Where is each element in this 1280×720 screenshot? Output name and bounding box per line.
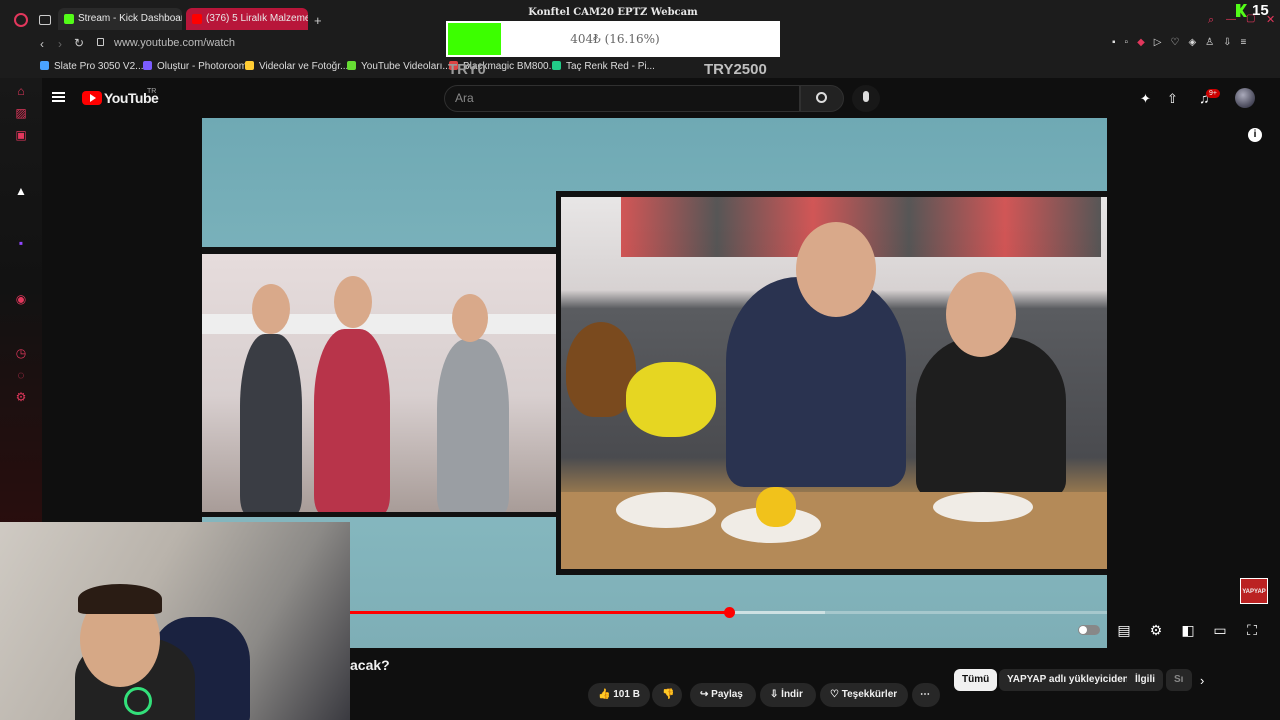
region-code: TR xyxy=(147,88,157,95)
super-thanks-icon: ♡ xyxy=(830,689,839,700)
video-frame-left xyxy=(202,247,558,517)
mic-icon xyxy=(863,91,869,102)
bookmark-item[interactable]: Taç Renk Red - Pi... xyxy=(552,61,655,72)
streamer-webcam xyxy=(0,522,350,720)
search-tabs-icon[interactable]: ⌕ xyxy=(1208,14,1214,27)
back-icon[interactable]: ‹ xyxy=(40,37,44,51)
dislike-button[interactable]: 👎 xyxy=(652,683,682,707)
search-icon xyxy=(816,92,827,103)
like-count: 101 B xyxy=(613,689,640,700)
share-icon: ↪ xyxy=(700,689,709,700)
theater-mode-icon[interactable]: ▭ xyxy=(1211,622,1229,638)
donation-goal-text: 404₺ (16.16%) xyxy=(570,32,660,46)
autoplay-toggle[interactable] xyxy=(1078,625,1100,635)
info-icon[interactable]: i xyxy=(1248,128,1262,142)
tab-island-icon[interactable] xyxy=(39,15,51,25)
youtube-favicon-icon xyxy=(192,14,202,24)
chip-related[interactable]: İlgili xyxy=(1127,669,1163,691)
tab-label: (376) 5 Liralık Malzeme ile xyxy=(206,13,308,24)
minimize-icon[interactable]: — xyxy=(1226,14,1236,25)
search-input[interactable]: Ara xyxy=(444,85,800,112)
pin-icon[interactable]: ▨ xyxy=(14,106,28,120)
lock-icon xyxy=(97,38,104,46)
tab-youtube[interactable]: (376) 5 Liralık Malzeme ile xyxy=(186,8,308,30)
more-actions-button[interactable]: ⋯ xyxy=(912,683,940,707)
bookmark-item[interactable]: Oluştur - Photoroom xyxy=(143,61,247,72)
messenger-icon[interactable]: ▣ xyxy=(14,128,28,142)
extension-puzzle-icon[interactable]: ✦ xyxy=(1140,91,1151,107)
channel-watermark[interactable]: YAPYAP xyxy=(1240,578,1268,604)
forward-icon[interactable]: › xyxy=(58,37,62,51)
history-icon[interactable]: ◷ xyxy=(14,346,28,360)
video-frame-right xyxy=(556,191,1107,575)
notifications-badge: 9+ xyxy=(1206,89,1220,98)
video-title: acak? xyxy=(350,657,390,673)
voice-search-button[interactable] xyxy=(852,85,880,112)
bag-icon[interactable]: ⌂ xyxy=(14,84,28,98)
kick-viewer-count: 15 xyxy=(1252,2,1269,19)
search-button[interactable] xyxy=(800,85,844,112)
twitch-icon[interactable]: ▪ xyxy=(14,236,28,250)
thumbs-up-icon: 👍 xyxy=(598,689,611,700)
hamburger-menu-icon[interactable] xyxy=(52,92,65,102)
arrow-icon[interactable]: ▲ xyxy=(14,184,28,198)
url-field[interactable]: www.youtube.com/watch xyxy=(114,37,235,49)
donation-goal-fill xyxy=(448,23,501,55)
avatar[interactable] xyxy=(1235,88,1255,108)
chip-uploader[interactable]: YAPYAP adlı yükleyiciden xyxy=(999,669,1137,691)
like-button[interactable]: 👍 101 B xyxy=(588,683,650,707)
thumbs-down-icon: 👎 xyxy=(662,689,675,700)
chip-more[interactable]: Sı xyxy=(1166,669,1192,691)
progress-fill xyxy=(350,611,729,614)
goal-min-label: TRY0 xyxy=(448,61,486,78)
reload-icon[interactable]: ↻ xyxy=(74,36,84,50)
download-icon: ⇩ xyxy=(770,689,779,700)
settings-icon[interactable]: ⚙ xyxy=(1147,622,1165,638)
settings-gear-icon[interactable]: ⚙ xyxy=(14,390,28,404)
scrubber-handle[interactable] xyxy=(724,607,735,618)
bookmark-item[interactable]: Slate Pro 3050 V2... xyxy=(40,61,144,72)
download-button[interactable]: ⇩ İndir xyxy=(760,683,816,707)
chips-next-icon[interactable]: › xyxy=(1200,673,1204,688)
extensions-icon[interactable]: ◌ xyxy=(14,368,28,382)
tab-label: Stream - Kick Dashboard xyxy=(78,13,182,24)
miniplayer-icon[interactable]: ◧ xyxy=(1179,622,1197,638)
bookmark-item[interactable]: YouTube Videoları... xyxy=(347,61,451,72)
thanks-button[interactable]: ♡ Teşekkürler xyxy=(820,683,908,707)
tab-kick-dashboard[interactable]: Stream - Kick Dashboard xyxy=(58,8,182,30)
goal-max-label: TRY2500 xyxy=(704,61,767,78)
share-button[interactable]: ↪ Paylaş xyxy=(690,683,756,707)
chip-all[interactable]: Tümü xyxy=(954,669,998,691)
create-upload-icon[interactable]: ⇧ xyxy=(1167,91,1178,107)
opera-menu-icon[interactable] xyxy=(14,13,28,27)
player-icon[interactable]: ◉ xyxy=(14,292,28,306)
goal-title: Konftel CAM20 EPTZ Webcam xyxy=(528,7,698,18)
kick-favicon-icon xyxy=(64,14,74,24)
fullscreen-icon[interactable]: ⛶ xyxy=(1243,622,1261,638)
toolbar-icons[interactable]: ▪▫◆▷♡◈♙⇩≡ xyxy=(1112,37,1255,48)
subtitles-icon[interactable]: ▤ xyxy=(1115,622,1133,638)
youtube-logo-icon[interactable] xyxy=(82,91,102,105)
new-tab-button[interactable]: + xyxy=(314,13,322,28)
bookmark-item[interactable]: Videolar ve Fotoğr... xyxy=(245,61,348,72)
